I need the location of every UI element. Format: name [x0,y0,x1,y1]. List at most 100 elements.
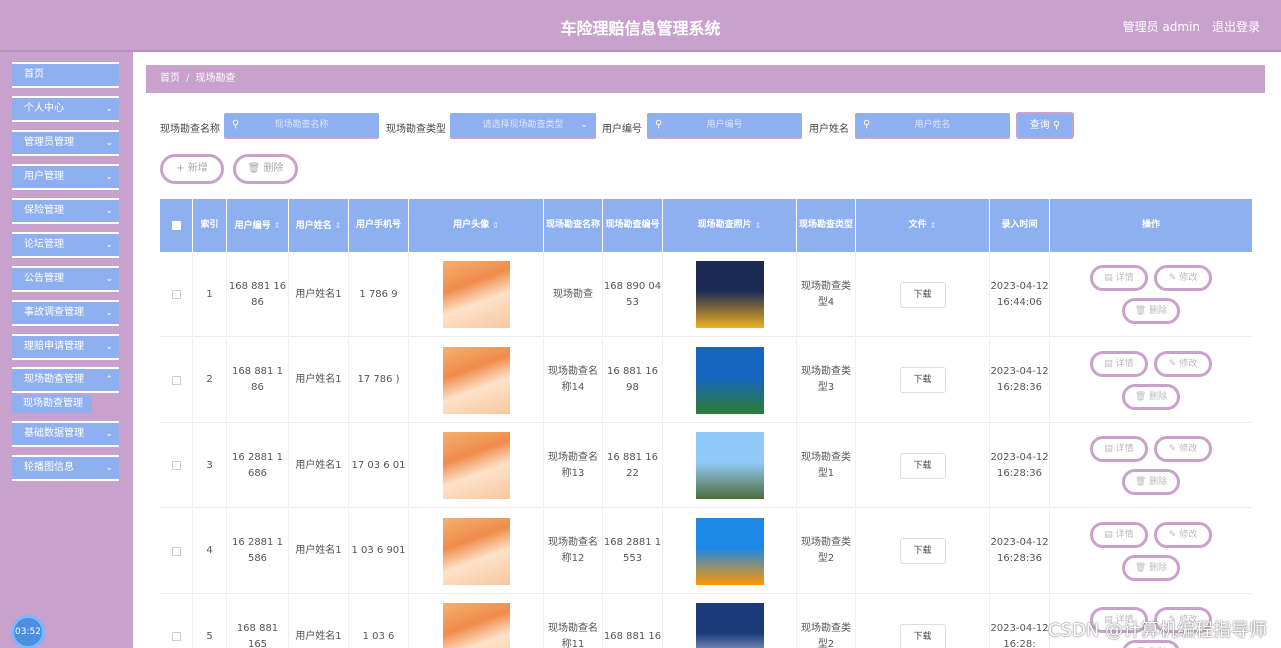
row-checkbox-cell[interactable] [160,337,193,423]
sort-icon[interactable]: ⇕ [755,218,762,233]
th-user-no[interactable]: 用户编号 ⇕ [227,199,289,252]
th-user-name[interactable]: 用户姓名 ⇕ [289,199,349,252]
add-button-label: 新增 [187,163,208,174]
delete-label: 删除 [1149,391,1168,402]
th-file[interactable]: 文件 ⇕ [856,199,990,252]
sidebar-item-notice-mgmt[interactable]: 公告管理 ⌄ [12,266,119,292]
trash-icon: 🗑 [1134,477,1150,487]
search-name-placeholder: 现场勘查名称 [274,120,329,130]
breadcrumb-current: 现场勘查 [195,73,236,84]
search-type-select[interactable]: 请选择现场勘查类型 ⌄ [450,113,596,139]
th-phone[interactable]: 用户手机号 [349,199,409,252]
delete-button[interactable]: 🗑 删除 [1122,383,1180,410]
sidebar-subitem-survey-mgmt[interactable]: 现场勘查管理 [11,395,92,413]
checkbox[interactable] [171,546,181,556]
sidebar-item-user-mgmt[interactable]: 用户管理 ⌄ [12,164,119,190]
sort-icon[interactable]: ⇕ [274,221,281,230]
checkbox[interactable] [171,632,181,641]
logout-link[interactable]: 退出登录 [1212,18,1260,35]
detail-label: 详情 [1115,358,1134,369]
row-checkbox-cell[interactable] [160,594,193,648]
delete-button[interactable]: 🗑 删除 [1122,469,1180,495]
sidebar: 首页 个人中心 ⌄ 管理员管理 ⌄ 用户管理 ⌄ 保险管理 ⌄ 论坛管理 ⌄ 公告管理 ⌄ … [0,52,133,648]
th-text: 用户编号 [234,220,271,231]
cell-file: 下载 [856,508,990,594]
select-all-checkbox[interactable] [160,199,193,252]
sort-icon[interactable]: ⇕ [930,218,937,233]
sidebar-item-claim-mgmt[interactable]: 理赔申请管理 ⌄ [12,334,119,360]
sidebar-item-label: 理赔申请管理 [24,341,84,352]
row-checkbox-cell[interactable] [160,423,193,508]
th-text: 文件 [908,220,927,230]
th-text: 用户手机号 [355,220,401,230]
batch-delete-button[interactable]: 🗑 删除 [233,154,298,184]
checkbox[interactable] [171,290,181,299]
cell-survey-name: 现场勘查名称11 [544,594,603,648]
sidebar-item-survey-mgmt[interactable]: 现场勘查管理 ⌃ [12,367,119,393]
edit-button[interactable]: ✎ 修改 [1154,436,1212,462]
th-type[interactable]: 现场勘查类型 [797,199,856,252]
trash-icon: 🗑 [1134,562,1150,573]
cell-file: 下载 [856,252,990,337]
download-button[interactable]: 下载 [899,538,946,564]
cell-actions: ▤ 详情✎ 修改 🗑 删除 [1050,423,1252,508]
th-time[interactable]: 录入时间 [990,199,1050,252]
delete-button[interactable]: 🗑 删除 [1122,554,1180,581]
sidebar-item-basic-data[interactable]: 基础数据管理 ⌄ [12,421,119,447]
sort-icon[interactable]: ⇕ [335,221,342,230]
row-checkbox-cell[interactable] [160,252,193,337]
search-user-name-input[interactable]: ⚲ 用户姓名 [855,113,1010,139]
sidebar-item-home[interactable]: 首页 [12,62,119,88]
th-label: 用户编号 ⇕ [235,218,281,234]
detail-button[interactable]: ▤ 详情 [1090,265,1148,291]
add-button[interactable]: + 新增 [160,154,224,184]
th-label: 用户手机号 [356,218,401,233]
detail-button[interactable]: ▤ 详情 [1090,436,1148,462]
edit-label: 修改 [1179,358,1198,369]
trash-icon: 🗑 [1134,391,1150,402]
download-button[interactable]: 下载 [899,367,946,393]
sidebar-item-forum-mgmt[interactable]: 论坛管理 ⌄ [12,232,119,258]
cell-photo [663,423,797,508]
edit-button[interactable]: ✎ 修改 [1154,265,1212,291]
th-survey-no[interactable]: 现场勘查编号 [603,199,663,252]
checkbox[interactable] [171,221,181,230]
cell-photo [663,252,797,337]
cell-type: 现场勘查类型4 [797,252,856,337]
search-icon: ⚲ [655,119,663,130]
query-button[interactable]: 查询 ⚲ [1016,112,1074,139]
delete-button[interactable]: 🗑 删除 [1122,298,1180,324]
th-avatar[interactable]: 用户头像 ⇕ [409,199,544,252]
th-actions: 操作 [1050,199,1252,252]
sidebar-item-accident-mgmt[interactable]: 事故调查管理 ⌄ [12,300,119,326]
cell-survey-name: 现场勘查 [544,252,603,337]
plus-icon: + [176,163,188,174]
sidebar-item-label: 公告管理 [24,273,64,284]
search-name-input[interactable]: ⚲ 现场勘查名称 [224,113,379,139]
sidebar-item-personal-center[interactable]: 个人中心 ⌄ [12,96,119,122]
detail-button[interactable]: ▤ 详情 [1090,521,1148,548]
th-photo[interactable]: 现场勘查照片 ⇕ [663,199,797,252]
row-checkbox-cell[interactable] [160,508,193,594]
sort-icon[interactable]: ⇕ [492,218,499,233]
checkbox[interactable] [171,375,181,385]
chevron-down-icon: ⌄ [105,104,113,114]
edit-button[interactable]: ✎ 修改 [1154,521,1212,548]
detail-button[interactable]: ▤ 详情 [1090,350,1148,377]
cell-avatar [409,337,544,423]
cell-index: 5 [193,594,227,648]
cell-time: 2023-04-12 16:28:36 [990,423,1050,508]
download-button[interactable]: 下载 [899,281,946,308]
th-survey-name[interactable]: 现场勘查名称 [544,199,603,252]
download-button[interactable]: 下载 [899,623,946,648]
chevron-down-icon: ⌄ [105,172,113,182]
edit-button[interactable]: ✎ 修改 [1154,350,1212,377]
breadcrumb-home[interactable]: 首页 [160,73,180,84]
sidebar-item-insurance-mgmt[interactable]: 保险管理 ⌄ [12,198,119,224]
sidebar-item-admin-mgmt[interactable]: 管理员管理 ⌄ [12,130,119,156]
document-icon: ▤ [1104,358,1116,369]
download-button[interactable]: 下载 [899,452,946,479]
sidebar-item-carousel[interactable]: 轮播图信息 ⌄ [12,455,119,481]
search-user-no-input[interactable]: ⚲ 用户编号 [647,113,802,139]
checkbox[interactable] [171,461,181,470]
